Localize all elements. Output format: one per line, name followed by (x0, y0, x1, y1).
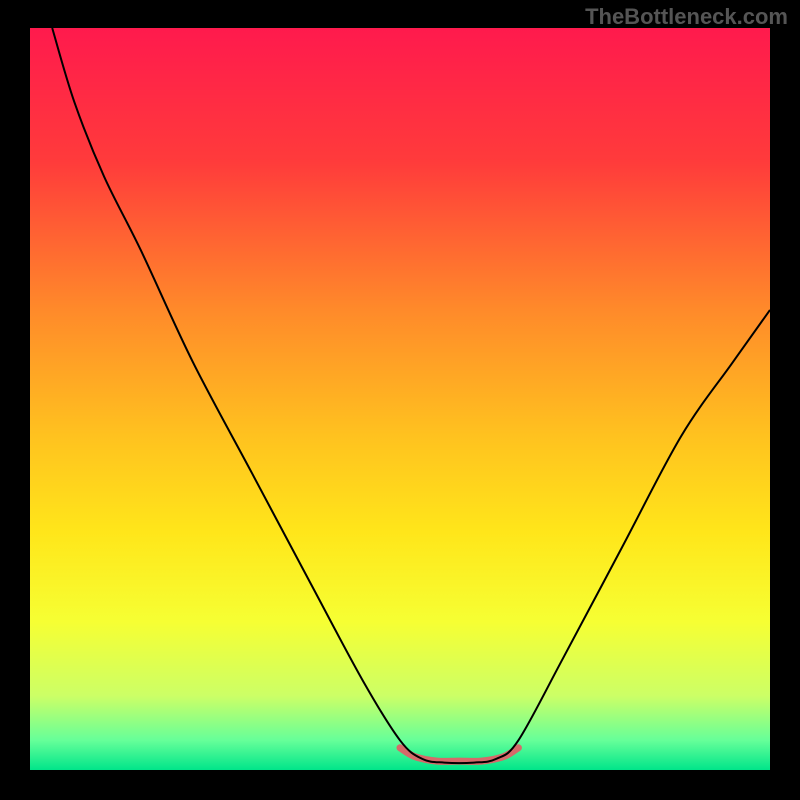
flat-region-marker (400, 748, 518, 762)
chart-plot-area (30, 28, 770, 770)
chart-curve-layer (30, 28, 770, 770)
bottleneck-curve (52, 28, 770, 763)
watermark-text: TheBottleneck.com (585, 4, 788, 30)
